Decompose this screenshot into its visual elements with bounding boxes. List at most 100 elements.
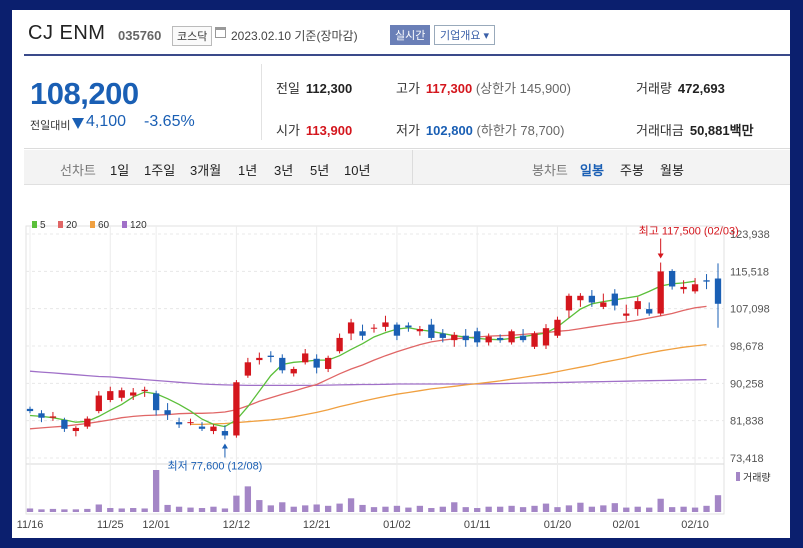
market-badge: 코스닥 — [172, 26, 213, 46]
tab-weekly[interactable]: 주봉 — [620, 160, 644, 179]
volume-bar — [370, 507, 378, 512]
current-price: 108,200 — [30, 76, 139, 111]
summary-divider — [261, 64, 262, 140]
candle-body — [703, 280, 710, 282]
stock-chart: 123,938 115,518 107,098 98,678 90,258 81,838 7… — [12, 186, 790, 538]
tab-1w[interactable]: 1주일 — [144, 160, 175, 179]
volume-bar — [703, 505, 710, 512]
candle-body — [38, 413, 45, 418]
candle-body — [221, 431, 229, 436]
line-chart-label: 선차트 — [60, 163, 96, 178]
volume-bar — [623, 507, 630, 512]
volume-bar — [187, 507, 194, 512]
candle-body — [324, 357, 332, 369]
tab-5y[interactable]: 5년 — [310, 160, 329, 179]
volume-bar — [646, 507, 653, 512]
open-price: 시가 113,900 — [276, 123, 353, 138]
volume-bar — [439, 506, 446, 512]
candle-chart-label: 봉차트 — [532, 163, 568, 178]
candle-body — [508, 331, 515, 343]
candle-body — [451, 334, 458, 341]
tab-3m[interactable]: 3개월 — [190, 160, 221, 179]
candle-body — [84, 418, 91, 427]
candle-body — [428, 324, 435, 338]
volume-bar — [531, 505, 538, 512]
realtime-button[interactable]: 실시간 — [390, 25, 431, 45]
stock-header: CJ ENM 035760 코스닥 2023.02.10 기준(장마감) 실시간… — [12, 10, 790, 56]
volume-bar — [542, 503, 550, 512]
candle-body — [393, 324, 401, 336]
tab-daily[interactable]: 일봉 — [580, 160, 604, 179]
x-tick-label: 12/21 — [303, 519, 331, 531]
volume-bar — [382, 506, 389, 512]
down-triangle-icon — [72, 118, 84, 129]
volume-bar — [84, 508, 91, 512]
volume-legend-label: 거래량 — [743, 472, 771, 484]
volume-bar — [577, 502, 584, 512]
candle-body — [588, 295, 596, 303]
change-label: 전일대비 — [30, 120, 71, 132]
tab-1y[interactable]: 1년 — [238, 160, 257, 179]
tab-10y[interactable]: 10년 — [344, 160, 370, 179]
candle-body — [256, 357, 263, 361]
candle-body — [279, 357, 286, 371]
y-tick-label: 90,258 — [730, 378, 764, 390]
volume-bar — [393, 505, 401, 512]
y-tick-label: 98,678 — [730, 341, 764, 353]
stock-card: CJ ENM 035760 코스닥 2023.02.10 기준(장마감) 실시간… — [12, 10, 790, 538]
volume-bar — [313, 504, 320, 512]
candle-body — [313, 358, 320, 368]
y-tick-label: 81,838 — [730, 416, 764, 428]
candle-body — [141, 389, 148, 392]
candle-body — [233, 382, 240, 436]
tab-3y[interactable]: 3년 — [274, 160, 293, 179]
volume-bar — [428, 508, 435, 512]
candle-body — [347, 322, 355, 334]
legend-label: 20 — [66, 220, 78, 231]
volume-bar — [49, 508, 57, 512]
candle-body — [496, 337, 504, 341]
volume-bar — [508, 505, 515, 512]
volume-bar — [290, 506, 297, 512]
candle-body — [187, 422, 194, 424]
day-high: 고가 117,300 (상한가 145,900) — [396, 81, 571, 96]
volume-bar — [347, 498, 355, 512]
candle-body — [72, 427, 80, 432]
legend-swatch — [90, 221, 95, 228]
candle-body — [680, 286, 687, 290]
volume-bar — [474, 508, 481, 512]
volume-bar — [267, 505, 274, 512]
candlestick-chart-svg: 123,938115,518107,09898,67890,25881,8387… — [17, 220, 771, 531]
x-tick-label: 02/01 — [613, 519, 641, 531]
candle-body — [646, 309, 653, 314]
x-tick-label: 01/02 — [383, 519, 411, 531]
legend-label: 5 — [40, 220, 46, 231]
high-annotation: 최고 117,500 (02/03) — [639, 225, 739, 238]
volume-bar — [680, 506, 687, 512]
tab-monthly[interactable]: 월봉 — [660, 160, 684, 179]
candle-body — [370, 327, 378, 329]
day-low: 저가 102,800 (하한가 78,700) — [396, 123, 565, 138]
legend-swatch — [32, 221, 37, 228]
price-change-pct: -3.65% — [144, 113, 195, 130]
candle-body — [542, 328, 550, 346]
price-change: 4,100 — [86, 113, 127, 130]
x-tick-label: 12/01 — [142, 519, 170, 531]
volume-bar — [668, 507, 676, 512]
candle-body — [164, 410, 171, 415]
company-overview-button[interactable]: 기업개요 ▾ — [434, 25, 496, 45]
candle-body — [95, 395, 102, 412]
volume-bar — [198, 508, 206, 512]
tab-1d[interactable]: 1일 — [110, 160, 129, 179]
candle-body — [600, 302, 607, 307]
x-tick-label: 01/20 — [544, 519, 572, 531]
calendar-icon — [215, 27, 226, 38]
volume-bar — [107, 508, 114, 512]
volume-bar — [233, 495, 240, 512]
volume-bar — [95, 504, 102, 512]
candle-body — [152, 393, 160, 411]
x-tick-label: 02/10 — [681, 519, 709, 531]
candle-body — [336, 337, 343, 352]
volume-bar — [221, 508, 229, 512]
candle-body — [49, 416, 57, 418]
